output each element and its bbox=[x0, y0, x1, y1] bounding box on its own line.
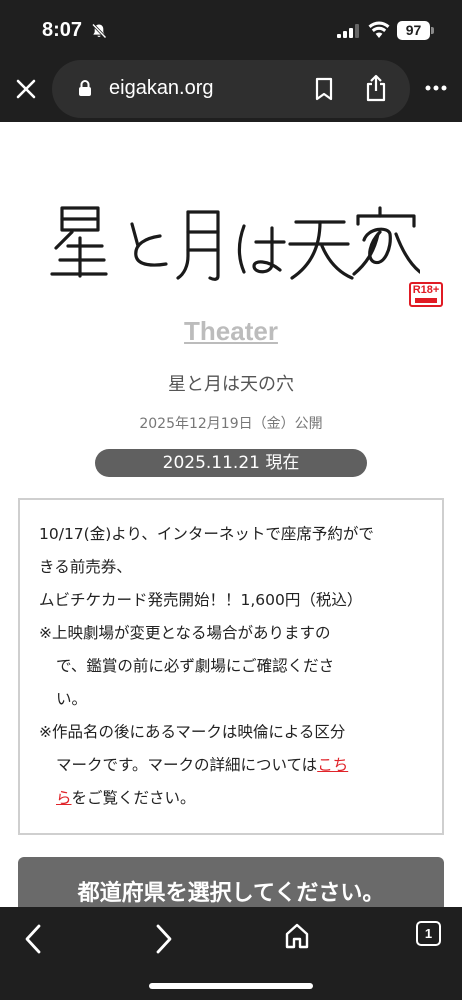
status-time: 8:07 bbox=[42, 19, 83, 41]
share-icon[interactable] bbox=[364, 74, 388, 102]
notice-line: マークです。マークの詳細についてはこち bbox=[39, 749, 426, 782]
theater-link[interactable]: Theater bbox=[0, 316, 462, 347]
notice-box: 10/17(金)より、インターネットで座席予約がで きる前売券、 ムビチケカード… bbox=[18, 498, 444, 835]
film-title: 星と月は天の穴 bbox=[168, 374, 294, 395]
notice-text: をご覧ください。 bbox=[71, 789, 196, 807]
wifi-icon bbox=[368, 21, 390, 38]
home-indicator bbox=[149, 983, 313, 989]
notice-line: らをご覧ください。 bbox=[39, 782, 426, 815]
tabs-icon[interactable]: 1 bbox=[416, 921, 441, 946]
notice-line: ※作品名の後にあるマークは映倫による区分 bbox=[39, 723, 346, 741]
bookmark-icon[interactable] bbox=[314, 77, 334, 101]
rating-details-link[interactable]: こち bbox=[317, 756, 348, 774]
rating-badge: R18+ bbox=[409, 282, 443, 307]
bell-slash-icon bbox=[91, 23, 107, 39]
close-icon[interactable] bbox=[14, 77, 38, 101]
url-text: eigakan.org bbox=[109, 77, 214, 99]
notice-text: マークです。マークの詳細については bbox=[56, 756, 318, 774]
signal-icon bbox=[337, 24, 359, 38]
lock-icon bbox=[79, 80, 91, 96]
back-icon[interactable] bbox=[22, 923, 44, 955]
address-bar[interactable]: eigakan.org bbox=[52, 60, 410, 118]
battery-indicator: 97 bbox=[397, 21, 430, 40]
notice-line: い。 bbox=[56, 690, 88, 708]
film-logo bbox=[50, 206, 420, 281]
more-icon[interactable] bbox=[424, 84, 448, 92]
rating-label: R18+ bbox=[412, 284, 440, 296]
notice-line: 10/17(金)より、インターネットで座席予約がで bbox=[39, 525, 374, 543]
rating-details-link-cont[interactable]: ら bbox=[56, 789, 72, 807]
battery-tip bbox=[431, 27, 434, 34]
home-icon[interactable] bbox=[284, 922, 310, 950]
release-date: 2025年12月19日（金）公開 bbox=[139, 416, 323, 432]
as-of-date-badge: 2025.11.21 現在 bbox=[95, 449, 367, 477]
browser-chrome: 8:07 97 eigakan.org bbox=[0, 0, 462, 122]
notice-line: で、鑑賞の前に必ず劇場にご確認くださ bbox=[56, 657, 335, 675]
notice-line: きる前売券、 bbox=[39, 558, 132, 576]
notice-line: ムビチケカード発売開始！！1,600円（税込） bbox=[39, 591, 363, 609]
notice-line: ※上映劇場が変更となる場合がありますの bbox=[39, 624, 331, 642]
rating-bar bbox=[415, 298, 437, 303]
forward-icon[interactable] bbox=[153, 923, 175, 955]
